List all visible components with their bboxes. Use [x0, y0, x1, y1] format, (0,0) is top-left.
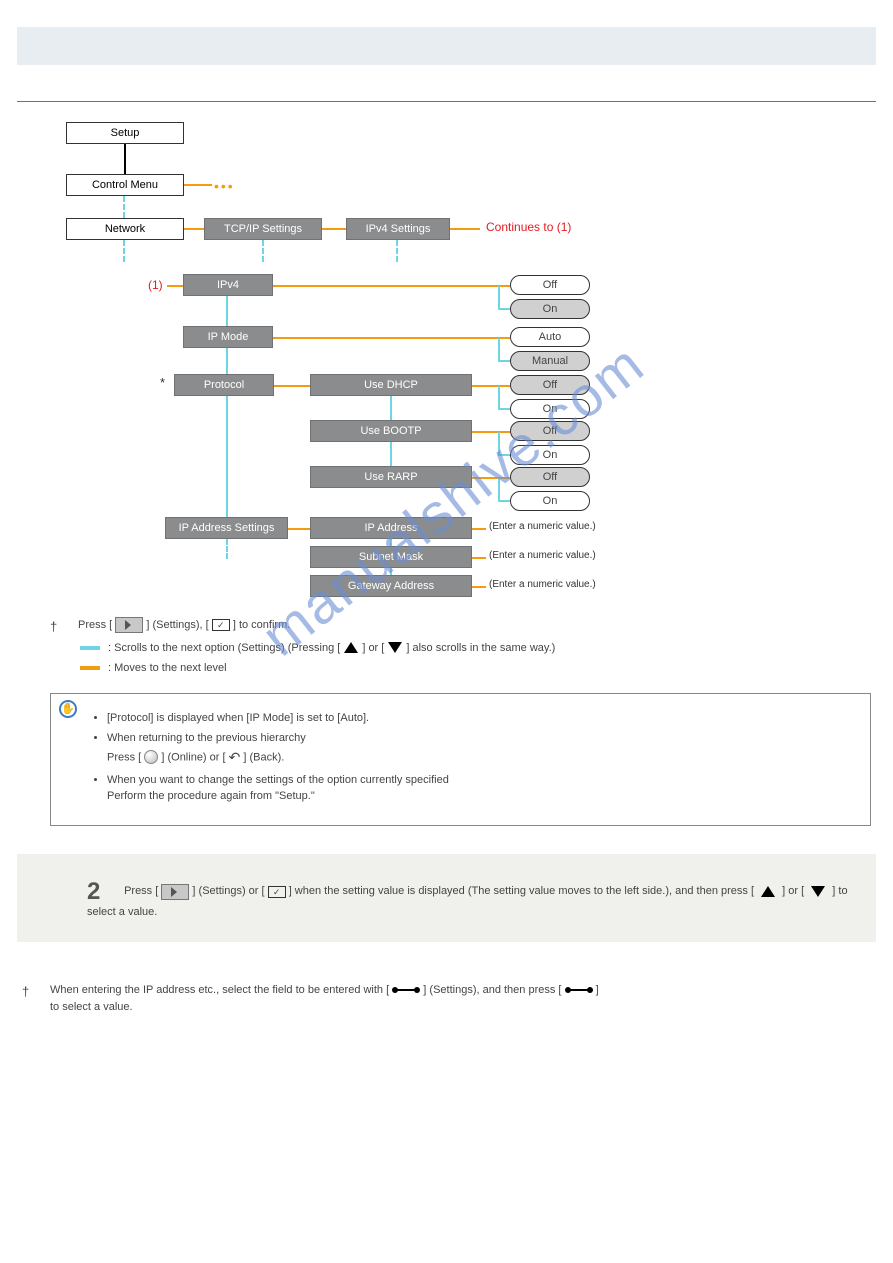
connector [123, 196, 125, 218]
connector [498, 478, 500, 500]
footnote-text: ] (Settings), [ [146, 619, 208, 631]
note-box: ✋ [Protocol] is displayed when [IP Mode]… [50, 693, 871, 826]
legend-text: ] or [ [362, 640, 384, 657]
option-manual: Manual [510, 351, 590, 371]
footnote-area: † Press [ ] (Settings), [ ] to confirm. … [50, 617, 871, 677]
node-ipmode: IP Mode [183, 326, 273, 348]
connector [123, 240, 125, 262]
legend-text: : Moves to the next level [108, 660, 227, 677]
node-use-dhcp: Use DHCP [310, 374, 472, 396]
node-gateway: Gateway Address [310, 575, 472, 597]
connector [472, 528, 486, 530]
node-ipv4: IPv4 [183, 274, 273, 296]
note-bullet: When you want to change the settings of … [107, 772, 854, 805]
connector [498, 500, 510, 502]
footnote-text: Press [ [78, 619, 112, 631]
down-arrow-icon [811, 885, 825, 897]
ref-1: (1) [148, 278, 163, 292]
note-bullet: When returning to the previous hierarchy… [107, 730, 854, 768]
dagger: † [22, 982, 29, 1003]
node-tcpip: TCP/IP Settings [204, 218, 322, 240]
step-2: 2 Press [ ] (Settings) or [ ] when the s… [17, 854, 876, 942]
connector [396, 240, 398, 262]
step-3: † When entering the IP address etc., sel… [22, 982, 871, 1017]
connector [498, 338, 500, 360]
connector [472, 385, 510, 387]
legend-text: : Scrolls to the next option (Settings) … [108, 640, 340, 657]
up-arrow-icon [761, 885, 775, 897]
online-key-icon [144, 750, 158, 764]
dagger: † [50, 617, 57, 637]
connector [274, 385, 310, 387]
node-ipv4-settings: IPv4 Settings [346, 218, 450, 240]
barbell-icon [565, 987, 593, 993]
node-ip-address: IP Address [310, 517, 472, 539]
connector [184, 184, 212, 186]
settings-key-icon [115, 617, 143, 633]
connector [472, 586, 486, 588]
connector [124, 144, 126, 174]
option-on: On [510, 299, 590, 319]
barbell-icon [392, 987, 420, 993]
connector [498, 432, 500, 454]
connector [472, 477, 510, 479]
up-arrow-icon [344, 640, 358, 657]
legend-text: ] also scrolls in the same way.) [406, 640, 555, 657]
connector [273, 285, 510, 287]
node-network: Network [66, 218, 184, 240]
enter-numeric: (Enter a numeric value.) [489, 521, 596, 532]
connector [498, 386, 500, 408]
enter-numeric: (Enter a numeric value.) [489, 550, 596, 561]
legend-swatch-cyan [80, 646, 100, 650]
node-protocol: Protocol [174, 374, 274, 396]
footnote-text: ] to confirm. [233, 619, 290, 631]
connector [498, 360, 510, 362]
header-band [17, 27, 876, 65]
node-control-menu: Control Menu [66, 174, 184, 196]
divider [17, 101, 876, 102]
legend-swatch-orange [80, 666, 100, 670]
option-off: Off [510, 421, 590, 441]
option-off: Off [510, 375, 590, 395]
option-off: Off [510, 467, 590, 487]
connector [498, 308, 510, 310]
node-use-bootp: Use BOOTP [310, 420, 472, 442]
connector [472, 431, 510, 433]
asterisk: * [160, 375, 165, 390]
node-subnet-mask: Subnet Mask [310, 546, 472, 568]
connector [498, 408, 510, 410]
connector [226, 539, 228, 559]
hand-icon: ✋ [59, 700, 77, 718]
option-on: On [510, 399, 590, 419]
node-ip-addr-settings: IP Address Settings [165, 517, 288, 539]
option-on: On [510, 445, 590, 465]
ellipsis: ••• [214, 178, 235, 194]
connector [450, 228, 480, 230]
node-use-rarp: Use RARP [310, 466, 472, 488]
option-off: Off [510, 275, 590, 295]
down-arrow-icon [388, 640, 402, 657]
note-bullet: [Protocol] is displayed when [IP Mode] i… [107, 710, 854, 727]
connector [472, 557, 486, 559]
connector [498, 286, 500, 308]
back-key-icon: ↶ [229, 747, 241, 768]
legend: : Scrolls to the next option (Settings) … [80, 640, 871, 677]
option-auto: Auto [510, 327, 590, 347]
ok-key-icon [268, 886, 286, 898]
enter-numeric: (Enter a numeric value.) [489, 579, 596, 590]
option-on: On [510, 491, 590, 511]
connector [167, 285, 183, 287]
node-setup: Setup [66, 122, 184, 144]
continues-label: Continues to (1) [486, 220, 571, 234]
connector [273, 337, 510, 339]
connector [262, 240, 264, 262]
step-number: 2 [87, 878, 121, 906]
ok-key-icon [212, 619, 230, 631]
connector [288, 528, 310, 530]
connector [322, 228, 346, 230]
connector [498, 454, 510, 456]
settings-key-icon [161, 884, 189, 900]
connector [184, 228, 204, 230]
